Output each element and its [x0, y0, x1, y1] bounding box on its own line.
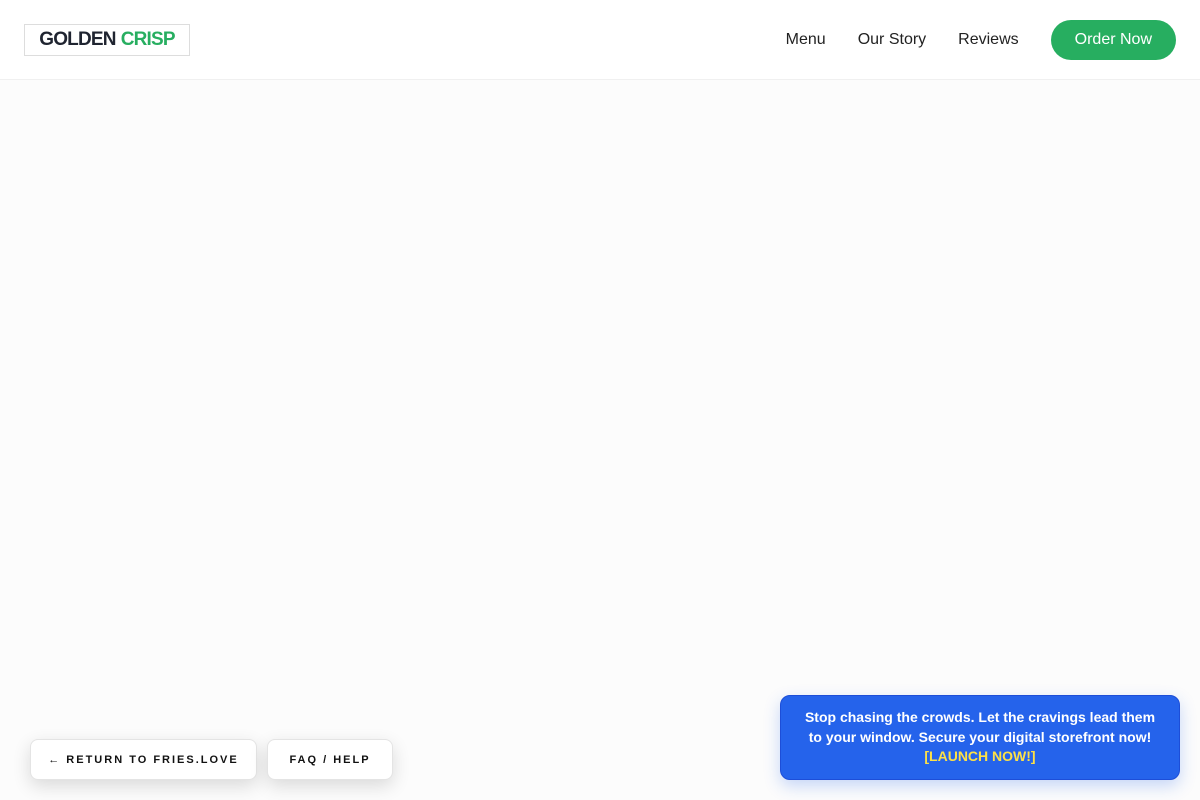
- nav-link-our-story[interactable]: Our Story: [858, 31, 926, 49]
- site-header: GOLDEN CRISP Menu Our Story Reviews Order…: [0, 0, 1200, 80]
- faq-help-button[interactable]: FAQ / HELP: [267, 739, 393, 780]
- return-to-fries-love-button[interactable]: ← RETURN TO FRIES.LOVE: [30, 739, 257, 780]
- nav-link-reviews[interactable]: Reviews: [958, 31, 1018, 49]
- logo-word-golden: GOLDEN: [39, 29, 116, 50]
- promo-message: Stop chasing the crowds. Let the craving…: [804, 709, 1156, 745]
- main-content-area: [0, 81, 1200, 800]
- logo-word-crisp: CRISP: [120, 29, 176, 50]
- promo-banner: Stop chasing the crowds. Let the craving…: [780, 695, 1180, 780]
- nav-link-menu[interactable]: Menu: [786, 31, 826, 49]
- main-nav: Menu Our Story Reviews Order Now: [786, 20, 1176, 60]
- order-now-button[interactable]: Order Now: [1050, 20, 1176, 60]
- brand-logo[interactable]: GOLDEN CRISP: [24, 24, 190, 56]
- launch-now-link[interactable]: [LAUNCH NOW!]: [924, 748, 1035, 764]
